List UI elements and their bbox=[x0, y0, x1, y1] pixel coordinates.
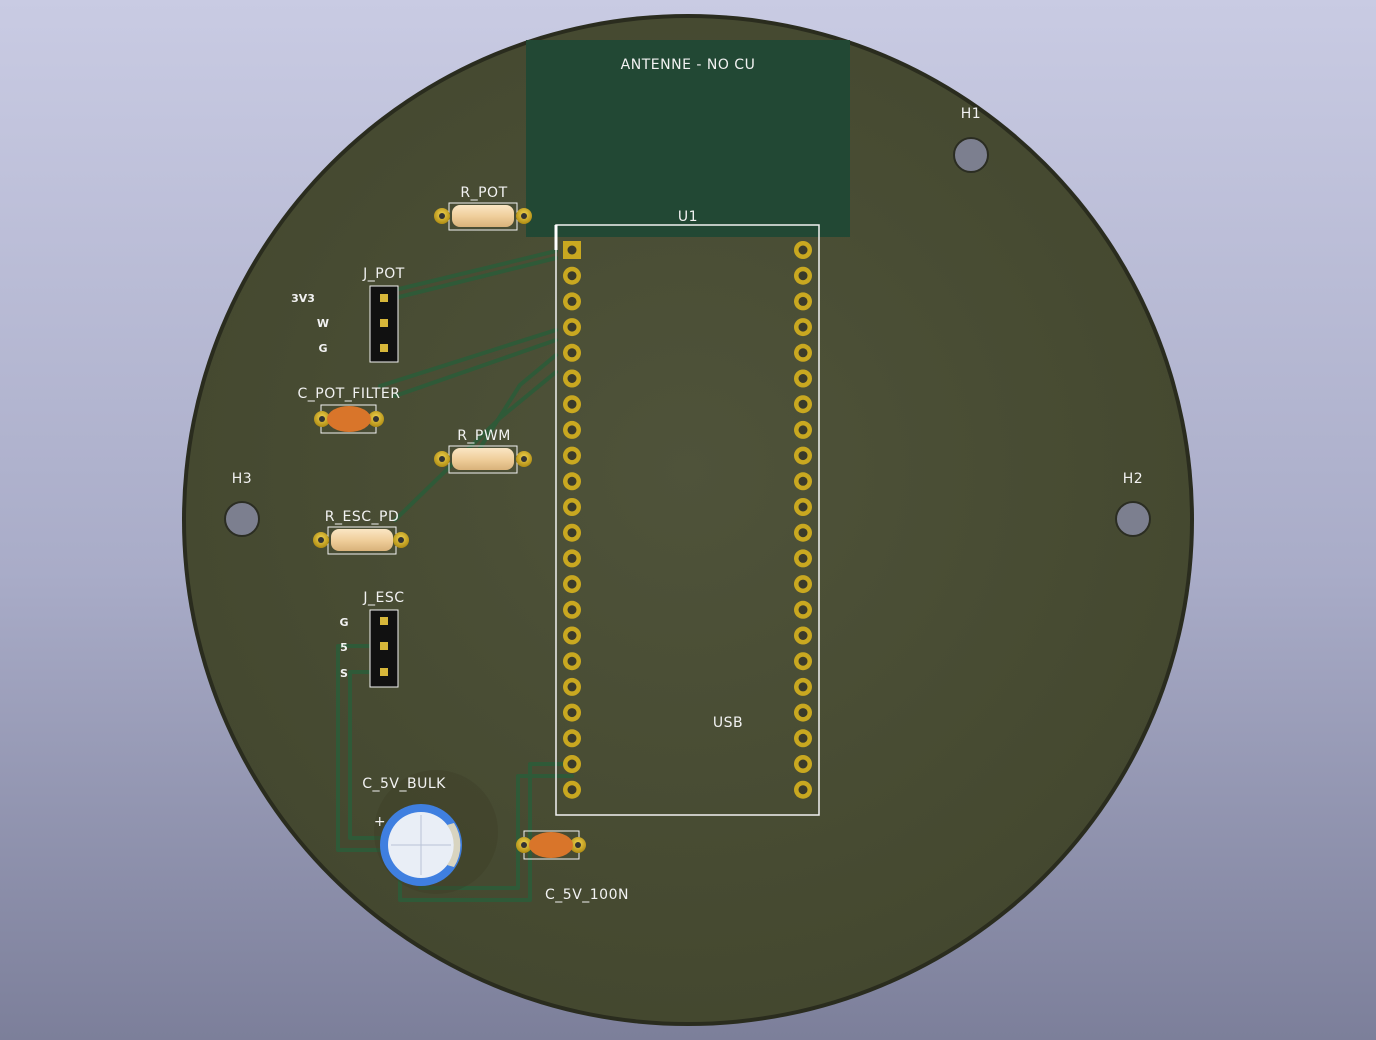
u1-pin-hole bbox=[567, 656, 577, 666]
u1-pin-hole bbox=[798, 553, 808, 563]
u1-pin-hole bbox=[798, 528, 808, 538]
u1-pin-hole bbox=[567, 733, 577, 743]
u1-pin-hole bbox=[567, 348, 577, 358]
u1-pin-hole bbox=[567, 245, 577, 255]
r-esc-pd-label: R_ESC_PD bbox=[325, 509, 399, 525]
u1-pin-hole bbox=[567, 296, 577, 306]
u1-pin-hole bbox=[798, 759, 808, 769]
j-pot-pin-g: G bbox=[318, 342, 327, 355]
u1-pin-hole bbox=[567, 322, 577, 332]
u1-pin-hole bbox=[798, 579, 808, 589]
j-esc-label: J_ESC bbox=[362, 590, 404, 606]
u1-pin-hole bbox=[798, 348, 808, 358]
u1-pin-hole bbox=[798, 785, 808, 795]
antenna-label: ANTENNE - NO CU bbox=[621, 57, 756, 73]
u1-pin-hole bbox=[567, 785, 577, 795]
u1-pin-hole bbox=[567, 399, 577, 409]
u1-pin-hole bbox=[567, 502, 577, 512]
j-pot-pin-w: W bbox=[317, 317, 329, 330]
u1-ref: U1 bbox=[678, 209, 698, 225]
u1-pin-hole bbox=[798, 425, 808, 435]
j-esc-pin-g: G bbox=[339, 616, 348, 629]
h3-label: H3 bbox=[232, 471, 252, 487]
u1-pin-hole bbox=[567, 759, 577, 769]
u1-pin-hole bbox=[798, 708, 808, 718]
h2-label: H2 bbox=[1123, 471, 1143, 487]
u1-pin-hole bbox=[567, 579, 577, 589]
u1-pin-hole bbox=[798, 296, 808, 306]
c-5v-bulk-label: C_5V_BULK bbox=[362, 776, 446, 792]
u1-pin-hole bbox=[798, 451, 808, 461]
u1-pin-hole bbox=[798, 476, 808, 486]
r-pwm-label: R_PWM bbox=[457, 428, 511, 444]
u1-pin-hole bbox=[798, 502, 808, 512]
u1-pin-hole bbox=[798, 271, 808, 281]
u1-pin-hole bbox=[567, 682, 577, 692]
u1-pin-hole bbox=[798, 733, 808, 743]
u1-pin-hole bbox=[567, 605, 577, 615]
j-pot-label: J_POT bbox=[362, 266, 405, 282]
u1-pin-hole bbox=[567, 476, 577, 486]
pcb-3d-view: ANTENNE - NO CU U1 USB H1 H2 H3 R_POT J_… bbox=[182, 14, 1194, 1026]
u1-pin-hole bbox=[798, 682, 808, 692]
u1-pin-hole bbox=[798, 399, 808, 409]
u1-pin-hole bbox=[798, 631, 808, 640]
j-esc-pin-s: S bbox=[340, 667, 348, 680]
u1-pin-hole bbox=[798, 322, 808, 332]
u1-pin-hole bbox=[798, 374, 808, 383]
u1-pin-hole bbox=[567, 374, 577, 383]
j-pot-pin-3v3: 3V3 bbox=[291, 292, 315, 305]
u1-pin-hole bbox=[567, 708, 577, 718]
r-pot-label: R_POT bbox=[460, 185, 507, 201]
j-esc-pin-5: 5 bbox=[340, 641, 348, 654]
c-5v-100n-label: C_5V_100N bbox=[545, 887, 629, 903]
u1-pin-hole bbox=[567, 451, 577, 461]
u1-pin-hole bbox=[567, 553, 577, 563]
usb-label: USB bbox=[713, 715, 743, 731]
u1-pin-hole bbox=[567, 271, 577, 281]
u1-pin-hole bbox=[798, 656, 808, 666]
u1-pin-hole bbox=[798, 245, 808, 255]
h1-label: H1 bbox=[961, 106, 981, 122]
u1-pin-hole bbox=[798, 605, 808, 615]
c-pot-filter-label: C_POT_FILTER bbox=[298, 386, 401, 402]
u1-pin-hole bbox=[567, 631, 577, 640]
u1-pin-hole bbox=[567, 425, 577, 435]
u1-pin-hole bbox=[567, 528, 577, 538]
c-5v-bulk-polarity: + bbox=[374, 814, 386, 830]
